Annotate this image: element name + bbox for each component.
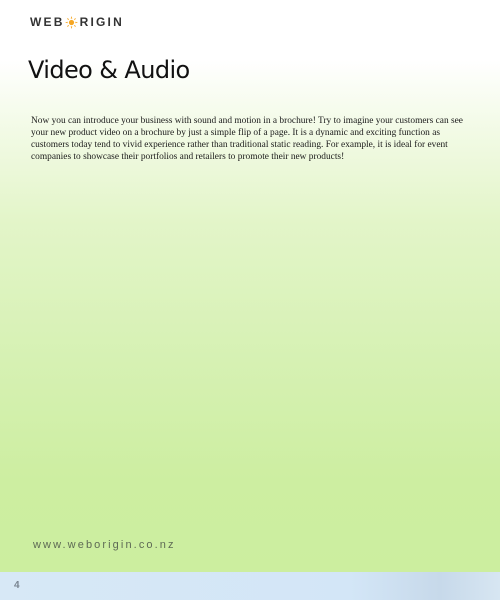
page-title: Video & Audio — [28, 56, 190, 84]
body-paragraph: Now you can introduce your business with… — [31, 116, 463, 162]
footer-bar — [0, 572, 500, 600]
logo: WEB RIGIN — [30, 14, 124, 30]
sun-icon — [64, 15, 78, 29]
page-number: 4 — [14, 580, 20, 591]
logo-text-rigin: RIGIN — [79, 15, 124, 29]
logo-text-web: WEB — [30, 15, 65, 29]
website-url[interactable]: www.weborigin.co.nz — [33, 539, 176, 551]
